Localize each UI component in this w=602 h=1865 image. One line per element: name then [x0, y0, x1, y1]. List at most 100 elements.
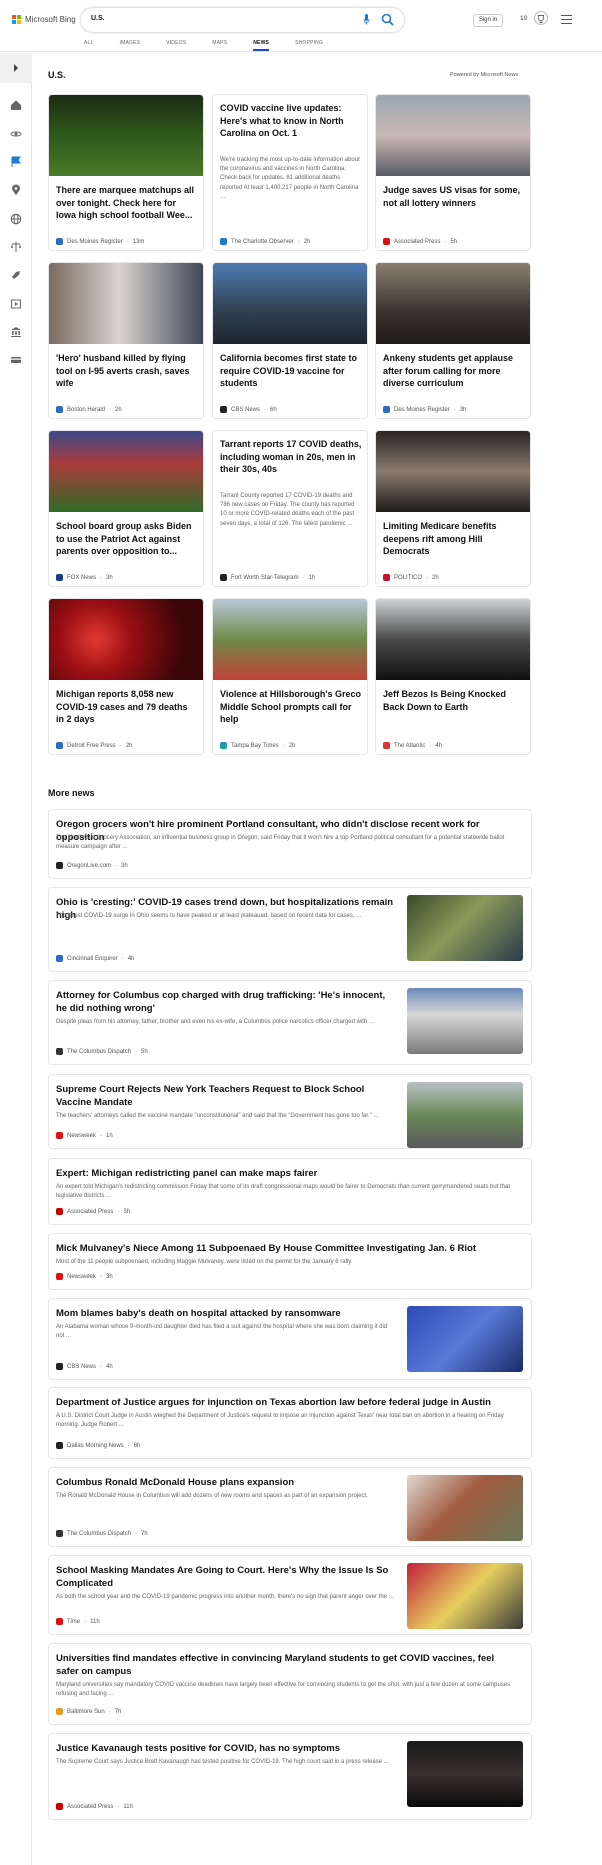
news-card-source[interactable]: Des Moines Register · 3h	[383, 406, 466, 413]
more-news-source[interactable]: The Columbus Dispatch · 5h	[56, 1048, 148, 1055]
more-news-thumbnail[interactable]	[407, 1475, 523, 1541]
news-card[interactable]: 'Hero' husband killed by flying tool on …	[48, 262, 204, 419]
card-icon[interactable]	[10, 354, 22, 366]
news-card-source[interactable]: Detroit Free Press · 2h	[56, 742, 132, 749]
more-news-title-link[interactable]: Expert: Michigan redistricting panel can…	[56, 1167, 516, 1180]
globe-icon[interactable]	[10, 213, 22, 225]
news-card-image[interactable]	[376, 95, 530, 176]
more-news-item[interactable]: Department of Justice argues for injunct…	[48, 1387, 532, 1459]
news-card-source[interactable]: Boston Herald · 2h	[56, 406, 122, 413]
news-card[interactable]: California becomes first state to requir…	[212, 262, 368, 419]
news-card[interactable]: Michigan reports 8,058 new COVID-19 case…	[48, 598, 204, 755]
more-news-item[interactable]: Justice Kavanaugh tests positive for COV…	[48, 1733, 532, 1820]
tab-news[interactable]: NEWS	[253, 40, 270, 51]
news-card-title[interactable]: Michigan reports 8,058 new COVID-19 case…	[56, 688, 198, 726]
more-news-title-link[interactable]: Universities find mandates effective in …	[56, 1652, 516, 1678]
news-card-image[interactable]	[49, 431, 203, 512]
news-card[interactable]: Ankeny students get applause after forum…	[375, 262, 531, 419]
film-icon[interactable]	[10, 298, 22, 310]
menu-icon[interactable]	[561, 15, 572, 24]
more-news-title-link[interactable]: Justice Kavanaugh tests positive for COV…	[56, 1742, 396, 1755]
tab-shopping[interactable]: SHOPPING	[295, 40, 323, 51]
tab-images[interactable]: IMAGES	[120, 40, 141, 51]
more-news-source[interactable]: Dallas Morning News · 6h	[56, 1442, 140, 1449]
news-card[interactable]: Tarrant reports 17 COVID deaths, includi…	[212, 430, 368, 587]
news-card-source[interactable]: The Charlotte Observer · 2h	[220, 238, 310, 245]
more-news-source[interactable]: CBS News · 4h	[56, 1363, 113, 1370]
news-card-title[interactable]: School board group asks Biden to use the…	[56, 520, 198, 558]
search-box[interactable]: U.S.	[81, 8, 404, 32]
search-input[interactable]: U.S.	[91, 15, 105, 22]
science-icon[interactable]	[10, 128, 22, 140]
bank-icon[interactable]	[10, 326, 22, 338]
news-card[interactable]: Jeff Bezos Is Being Knocked Back Down to…	[375, 598, 531, 755]
news-card[interactable]: Judge saves US visas for some, not all l…	[375, 94, 531, 251]
news-card-source[interactable]: Des Moines Register · 13m	[56, 238, 144, 245]
news-card-image[interactable]	[49, 599, 203, 680]
search-icon[interactable]	[381, 13, 394, 26]
expand-rail-button[interactable]	[0, 53, 32, 83]
news-card[interactable]: COVID vaccine live updates: Here's what …	[212, 94, 368, 251]
more-news-source[interactable]: OregonLive.com · 3h	[56, 862, 128, 869]
more-news-source[interactable]: Newsweek · 1h	[56, 1132, 113, 1139]
more-news-source[interactable]: Cincinnati Enquirer · 4h	[56, 955, 134, 962]
news-card-title[interactable]: Limiting Medicare benefits deepens rift …	[383, 520, 525, 558]
more-news-thumbnail[interactable]	[407, 895, 523, 961]
more-news-thumbnail[interactable]	[407, 988, 523, 1054]
more-news-source[interactable]: Baltimore Sun · 7h	[56, 1708, 121, 1715]
news-card-image[interactable]	[376, 263, 530, 344]
news-card-title[interactable]: Judge saves US visas for some, not all l…	[383, 184, 525, 209]
news-card-source[interactable]: CBS News · 6h	[220, 406, 277, 413]
news-card-source[interactable]: FOX News · 3h	[56, 574, 113, 581]
news-card[interactable]: Limiting Medicare benefits deepens rift …	[375, 430, 531, 587]
more-news-item[interactable]: Expert: Michigan redistricting panel can…	[48, 1158, 532, 1225]
tab-maps[interactable]: MAPS	[212, 40, 227, 51]
news-card-source[interactable]: POLITICO · 2h	[383, 574, 439, 581]
more-news-source[interactable]: Associated Press · 11h	[56, 1803, 133, 1810]
rewards-count[interactable]: 10	[520, 15, 527, 22]
rewards-trophy-icon[interactable]	[534, 11, 548, 25]
news-card-image[interactable]	[213, 263, 367, 344]
tab-videos[interactable]: VIDEOS	[166, 40, 186, 51]
more-news-title-link[interactable]: Department of Justice argues for injunct…	[56, 1396, 516, 1409]
news-card-title[interactable]: Violence at Hillsborough's Greco Middle …	[220, 688, 362, 726]
more-news-title-link[interactable]: Attorney for Columbus cop charged with d…	[56, 989, 396, 1015]
more-news-item[interactable]: Mick Mulvaney's Niece Among 11 Subpoenae…	[48, 1233, 532, 1290]
more-news-item[interactable]: Ohio is 'cresting:' COVID-19 cases trend…	[48, 887, 532, 972]
news-card-title[interactable]: Tarrant reports 17 COVID deaths, includi…	[220, 438, 362, 476]
news-card-title[interactable]: Ankeny students get applause after forum…	[383, 352, 525, 390]
flag-icon[interactable]	[10, 156, 22, 168]
more-news-item[interactable]: Mom blames baby's death on hospital atta…	[48, 1298, 532, 1380]
more-news-item[interactable]: School Masking Mandates Are Going to Cou…	[48, 1555, 532, 1635]
more-news-title-link[interactable]: Supreme Court Rejects New York Teachers …	[56, 1083, 396, 1109]
news-card[interactable]: There are marquee matchups all over toni…	[48, 94, 204, 251]
location-icon[interactable]	[10, 184, 22, 196]
news-card-title[interactable]: There are marquee matchups all over toni…	[56, 184, 198, 222]
news-card-source[interactable]: The Atlantic · 4h	[383, 742, 442, 749]
bing-logo[interactable]: Microsoft Bing	[12, 15, 76, 24]
news-card-image[interactable]	[376, 599, 530, 680]
more-news-thumbnail[interactable]	[407, 1563, 523, 1629]
news-card-image[interactable]	[376, 431, 530, 512]
microphone-icon[interactable]	[363, 14, 370, 25]
news-card-title[interactable]: California becomes first state to requir…	[220, 352, 362, 390]
more-news-source[interactable]: The Columbus Dispatch · 7h	[56, 1530, 148, 1537]
news-card-title[interactable]: Jeff Bezos Is Being Knocked Back Down to…	[383, 688, 525, 713]
news-card-image[interactable]	[213, 599, 367, 680]
more-news-title-link[interactable]: School Masking Mandates Are Going to Cou…	[56, 1564, 396, 1590]
news-card-title[interactable]: COVID vaccine live updates: Here's what …	[220, 102, 362, 140]
more-news-thumbnail[interactable]	[407, 1306, 523, 1372]
more-news-item[interactable]: Columbus Ronald McDonald House plans exp…	[48, 1467, 532, 1547]
more-news-source[interactable]: Time · 11h	[56, 1618, 100, 1625]
tab-all[interactable]: ALL	[84, 40, 94, 51]
more-news-thumbnail[interactable]	[407, 1741, 523, 1807]
news-card-image[interactable]	[49, 95, 203, 176]
news-card-image[interactable]	[49, 263, 203, 344]
more-news-source[interactable]: Associated Press · 3h	[56, 1208, 130, 1215]
more-news-title-link[interactable]: Mom blames baby's death on hospital atta…	[56, 1307, 396, 1320]
news-card[interactable]: School board group asks Biden to use the…	[48, 430, 204, 587]
news-card-source[interactable]: Associated Press · 5h	[383, 238, 457, 245]
news-card[interactable]: Violence at Hillsborough's Greco Middle …	[212, 598, 368, 755]
sign-in-button[interactable]: Sign in	[473, 14, 503, 27]
more-news-item[interactable]: Supreme Court Rejects New York Teachers …	[48, 1074, 532, 1149]
